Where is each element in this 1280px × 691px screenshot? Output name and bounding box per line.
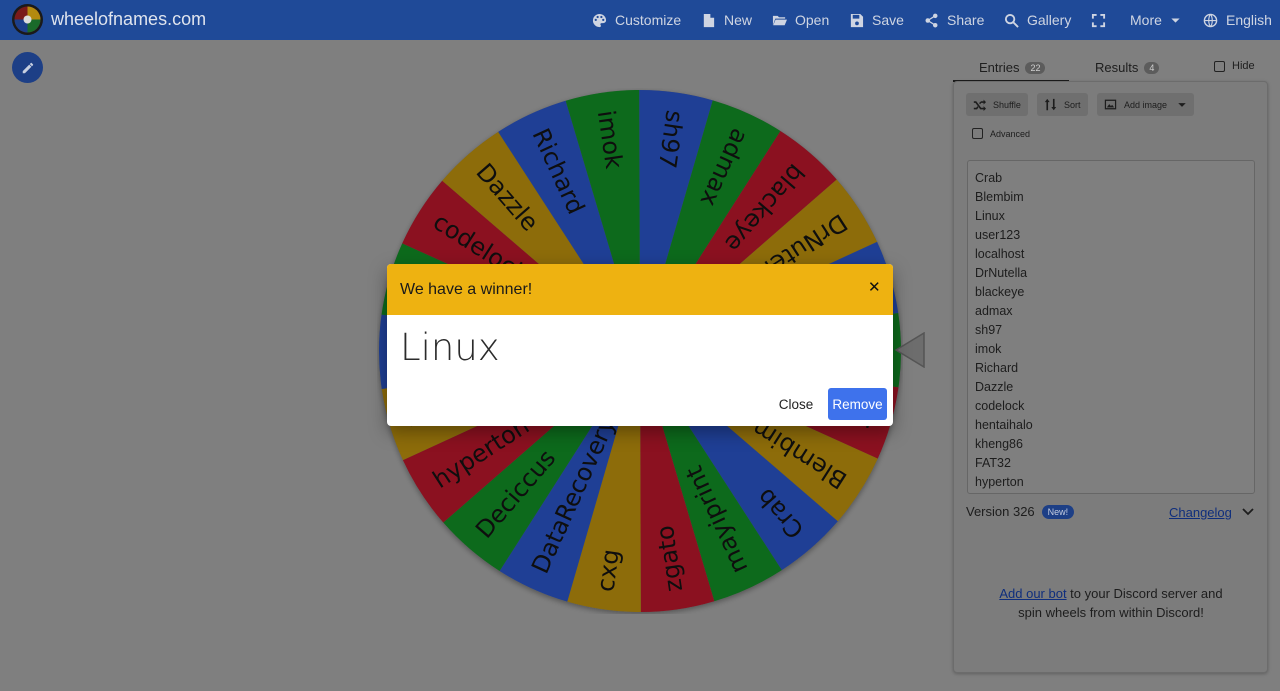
nav-fullscreen[interactable] <box>1091 11 1106 29</box>
shuffle-button[interactable]: Shuffle <box>966 93 1028 116</box>
nav-customize[interactable]: Customize <box>592 11 681 29</box>
advanced-toggle[interactable]: Advanced <box>972 128 1030 139</box>
pencil-icon <box>22 62 33 73</box>
add-bot-link[interactable]: Add our bot <box>999 586 1066 601</box>
version-info: Version 326 New! <box>966 504 1075 519</box>
save-icon <box>850 13 864 27</box>
entry-line: hyperton <box>975 475 1024 489</box>
advanced-checkbox[interactable] <box>972 128 983 139</box>
results-count-badge: 4 <box>1144 61 1160 74</box>
search-icon <box>1004 13 1019 28</box>
nav-open-label: Open <box>795 12 830 28</box>
nav-open[interactable]: Open <box>772 11 829 29</box>
tab-entries-label: Entries <box>979 60 1020 75</box>
winner-name: Linux <box>400 326 500 369</box>
globe-icon <box>1203 13 1218 27</box>
nav-new[interactable]: New <box>701 11 752 29</box>
entry-line: Dazzle <box>975 380 1014 394</box>
wheel-pointer <box>894 332 925 368</box>
fullscreen-icon <box>1091 13 1106 27</box>
sort-label: Sort <box>1064 99 1081 110</box>
nav-share[interactable]: Share <box>924 11 984 29</box>
entry-line: hentaihalo <box>975 418 1033 432</box>
nav-customize-label: Customize <box>615 12 682 28</box>
add-image-label: Add image <box>1124 99 1168 110</box>
nav-save-label: Save <box>872 12 904 28</box>
close-button[interactable]: Close <box>771 388 821 420</box>
hide-label: Hide <box>1232 60 1255 72</box>
tab-results-label: Results <box>1095 60 1139 75</box>
entry-line: user123 <box>975 228 1021 242</box>
entry-line: kheng86 <box>975 437 1023 451</box>
winner-dialog: We have a winner! ✕ Linux Close Remove <box>387 264 893 426</box>
winner-dialog-header: We have a winner! ✕ <box>387 264 893 315</box>
file-icon <box>703 13 715 27</box>
entry-line: Linux <box>975 209 1005 223</box>
nav-gallery-label: Gallery <box>1027 12 1072 28</box>
palette-icon <box>592 13 607 27</box>
sort-icon <box>1044 98 1057 111</box>
close-icon[interactable]: ✕ <box>868 278 881 296</box>
nav-more[interactable]: More <box>1130 11 1181 29</box>
entries-textarea[interactable]: Crab Blembim Linux user123 localhost DrN… <box>967 160 1255 494</box>
entry-line: Blembim <box>975 190 1024 204</box>
tab-results[interactable]: Results 4 <box>1095 60 1160 75</box>
folder-open-icon <box>772 15 787 25</box>
chevron-down-icon <box>1171 17 1180 23</box>
entries-count-badge: 22 <box>1025 61 1046 74</box>
share-icon <box>925 13 938 27</box>
nav-more-label: More <box>1130 12 1162 28</box>
entry-line: sh97 <box>975 323 1003 337</box>
nav-language[interactable]: English <box>1203 11 1272 29</box>
changelog-link[interactable]: Changelog <box>1169 505 1232 520</box>
remove-button[interactable]: Remove <box>828 388 887 420</box>
nav-gallery[interactable]: Gallery <box>1004 11 1071 29</box>
image-icon <box>1104 99 1117 110</box>
site-logo[interactable] <box>12 4 43 35</box>
shuffle-label: Shuffle <box>993 99 1021 110</box>
advanced-label: Advanced <box>990 128 1031 139</box>
dialog-title: We have a winner! <box>400 281 533 298</box>
nav-language-label: English <box>1226 12 1272 28</box>
chevron-down-icon[interactable] <box>1242 507 1254 517</box>
add-image-button[interactable]: Add image <box>1097 93 1195 116</box>
entry-line: FAT32 <box>975 456 1011 470</box>
tab-entries[interactable]: Entries 22 <box>979 60 1046 75</box>
entry-line: DrNutella <box>975 266 1028 280</box>
nav-share-label: Share <box>947 12 985 28</box>
shuffle-icon <box>973 99 986 111</box>
entry-line: Crab <box>975 171 1003 185</box>
entry-line: localhost <box>975 247 1025 261</box>
nav-save[interactable]: Save <box>849 11 904 29</box>
site-name[interactable]: wheelofnames.com <box>51 9 206 30</box>
top-bar: wheelofnames.com Customize New Open Save… <box>0 0 1280 40</box>
hide-checkbox[interactable] <box>1214 60 1225 72</box>
entry-line: Richard <box>975 361 1019 375</box>
hide-toggle[interactable]: Hide <box>1214 60 1255 72</box>
wheel-slice-label: cxg <box>591 547 625 593</box>
entry-line: admax <box>975 304 1013 318</box>
discord-promo: Add our bot to your Discord server and s… <box>990 584 1232 622</box>
sort-button[interactable]: Sort <box>1037 93 1088 116</box>
chevron-down-icon <box>1178 102 1186 107</box>
nav-new-label: New <box>724 12 753 28</box>
new-badge: New! <box>1041 504 1075 519</box>
entry-line: imok <box>975 342 1002 356</box>
entry-line: blackeye <box>975 285 1025 299</box>
edit-button[interactable] <box>12 52 43 83</box>
entry-line: codelock <box>975 399 1025 413</box>
version-label: Version 326 <box>966 504 1035 519</box>
